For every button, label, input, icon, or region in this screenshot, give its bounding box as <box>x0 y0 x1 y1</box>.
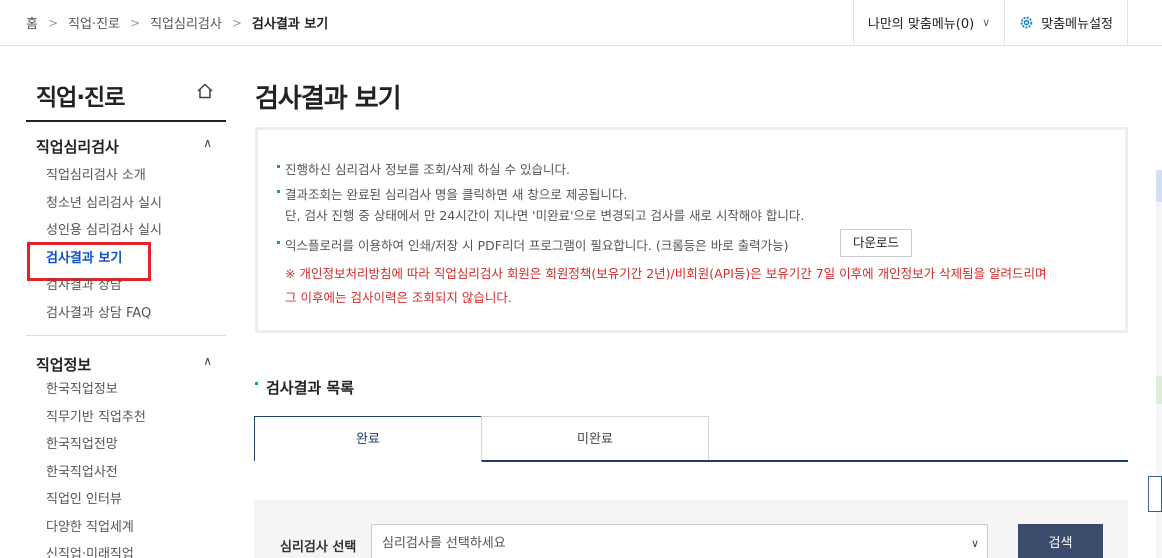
breadcrumb-current: 검사결과 보기 <box>251 17 329 32</box>
bullet-icon <box>277 190 280 193</box>
topbar-actions: 나만의 맞춤메뉴(0) ∨ 맞춤메뉴설정 <box>852 0 1128 45</box>
sidebar-item-job-dictionary[interactable]: 한국직업사전 <box>26 459 226 487</box>
sidebar-title: 직업·진로 <box>36 85 125 111</box>
breadcrumb-separator-icon: > <box>47 15 59 30</box>
page-title: 검사결과 보기 <box>255 84 402 114</box>
edge-block <box>1156 376 1162 404</box>
breadcrumb-career[interactable]: 직업·진로 <box>68 13 120 32</box>
home-icon[interactable] <box>196 82 214 100</box>
info-line: 결과조회는 완료된 심리검사 명을 클릭하면 새 창으로 제공됩니다. <box>277 184 628 203</box>
sidebar-item-korea-job-info[interactable]: 한국직업정보 <box>26 376 226 404</box>
test-select-placeholder: 심리검사를 선택하세요 <box>382 536 506 551</box>
info-text: 진행하신 심리검사 정보를 조회/삭제 하실 수 있습니다. <box>285 162 571 177</box>
sidebar: 직업·진로 직업심리검사 ∧ 직업심리검사 소개 청소년 심리검사 실시 성인용… <box>26 46 226 558</box>
info-text: 결과조회는 완료된 심리검사 명을 클릭하면 새 창으로 제공됩니다. <box>285 187 628 202</box>
tab-incomplete[interactable]: 미완료 <box>481 416 709 460</box>
sidebar-section-title: 직업심리검사 <box>36 138 119 156</box>
sidebar-item-view-results[interactable]: 검사결과 보기 <box>26 241 226 280</box>
info-box: 진행하신 심리검사 정보를 조회/삭제 하실 수 있습니다. 결과조회는 완료된… <box>255 127 1128 333</box>
search-label: 심리검사 선택 <box>280 540 357 555</box>
info-line: 진행하신 심리검사 정보를 조회/삭제 하실 수 있습니다. <box>277 159 571 178</box>
sidebar-section-header-jobinfo[interactable]: 직업정보 ∧ <box>26 336 226 376</box>
breadcrumb-home[interactable]: 홈 <box>26 13 38 32</box>
search-panel: 심리검사 선택 심리검사를 선택하세요 ∨ 검색 <box>254 500 1128 558</box>
breadcrumb-separator-icon: > <box>130 15 141 30</box>
breadcrumb-psych-test[interactable]: 직업심리검사 <box>150 13 222 32</box>
menu-settings-label: 맞춤메뉴설정 <box>1041 17 1113 32</box>
warning-text: ※ 개인정보처리방침에 따라 직업심리검사 회원은 회원정책(보유기간 2년)/… <box>285 266 1047 281</box>
bullet-icon <box>277 241 280 244</box>
sidebar-item-job-world[interactable]: 다양한 직업세계 <box>26 514 226 542</box>
bullet-icon <box>277 165 280 168</box>
sidebar-section-title: 직업정보 <box>36 356 92 374</box>
top-bar: 홈 > 직업·진로 > 직업심리검사 > 검사결과 보기 나만의 맞춤메뉴(0)… <box>0 0 1162 46</box>
info-line: 단, 검사 진행 중 상태에서 만 24시간이 지나면 '미완료'으로 변경되고… <box>285 205 804 224</box>
info-text: 단, 검사 진행 중 상태에서 만 24시간이 지나면 '미완료'으로 변경되고… <box>285 208 805 223</box>
edge-block <box>1156 170 1162 202</box>
sidebar-item-interview[interactable]: 직업인 인터뷰 <box>26 486 226 514</box>
tab-completed[interactable]: 완료 <box>254 416 482 462</box>
chevron-down-icon: ∨ <box>970 537 979 550</box>
sidebar-item-adult-test[interactable]: 성인용 심리검사 실시 <box>26 217 226 245</box>
chevron-up-icon: ∧ <box>203 354 212 368</box>
breadcrumb-separator-icon: > <box>231 15 242 30</box>
search-button[interactable]: 검색 <box>1018 524 1103 558</box>
sidebar-item-job-outlook[interactable]: 한국직업전망 <box>26 431 226 459</box>
info-text: 익스플로러를 이용하여 인쇄/저장 시 PDF리더 프로그램이 필요합니다. (… <box>285 238 789 253</box>
breadcrumb: 홈 > 직업·진로 > 직업심리검사 > 검사결과 보기 <box>26 13 329 33</box>
right-edge-panel <box>1148 170 1162 558</box>
sidebar-item-result-counsel[interactable]: 검사결과 상담 <box>26 272 226 300</box>
chevron-up-icon: ∧ <box>203 136 212 150</box>
edge-button[interactable] <box>1148 476 1162 512</box>
chevron-down-icon: ∨ <box>982 16 991 29</box>
info-line: 익스플로러를 이용하여 인쇄/저장 시 PDF리더 프로그램이 필요합니다. (… <box>277 235 789 254</box>
sidebar-item-counsel-faq[interactable]: 검사결과 상담 FAQ <box>26 300 226 328</box>
sidebar-header: 직업·진로 <box>26 46 226 122</box>
sidebar-item-job-recommend[interactable]: 직무기반 직업추천 <box>26 404 226 432</box>
sidebar-section-header-psych[interactable]: 직업심리검사 ∧ <box>26 122 226 162</box>
gear-icon <box>1020 16 1033 29</box>
result-list-title: 검사결과 목록 <box>255 377 354 398</box>
result-tabs: 완료 미완료 <box>254 416 1128 462</box>
sidebar-item-psych-intro[interactable]: 직업심리검사 소개 <box>26 162 226 190</box>
warning-text: 그 이후에는 검사이력은 조회되지 않습니다. <box>285 290 512 305</box>
my-menu-label: 나만의 맞춤메뉴(0) <box>867 17 975 32</box>
sidebar-item-new-jobs[interactable]: 신직업·미래직업 <box>26 541 226 558</box>
test-select[interactable]: 심리검사를 선택하세요 ∨ <box>371 524 988 558</box>
menu-settings-button[interactable]: 맞춤메뉴설정 <box>1004 0 1128 45</box>
sidebar-section-jobinfo: 직업정보 ∧ 한국직업정보 직무기반 직업추천 한국직업전망 한국직업사전 직업… <box>26 336 226 558</box>
sidebar-item-youth-test[interactable]: 청소년 심리검사 실시 <box>26 190 226 218</box>
sidebar-section-psych: 직업심리검사 ∧ 직업심리검사 소개 청소년 심리검사 실시 성인용 심리검사 … <box>26 122 226 336</box>
my-menu-button[interactable]: 나만의 맞춤메뉴(0) ∨ <box>852 0 1004 45</box>
download-button[interactable]: 다운로드 <box>840 229 912 257</box>
